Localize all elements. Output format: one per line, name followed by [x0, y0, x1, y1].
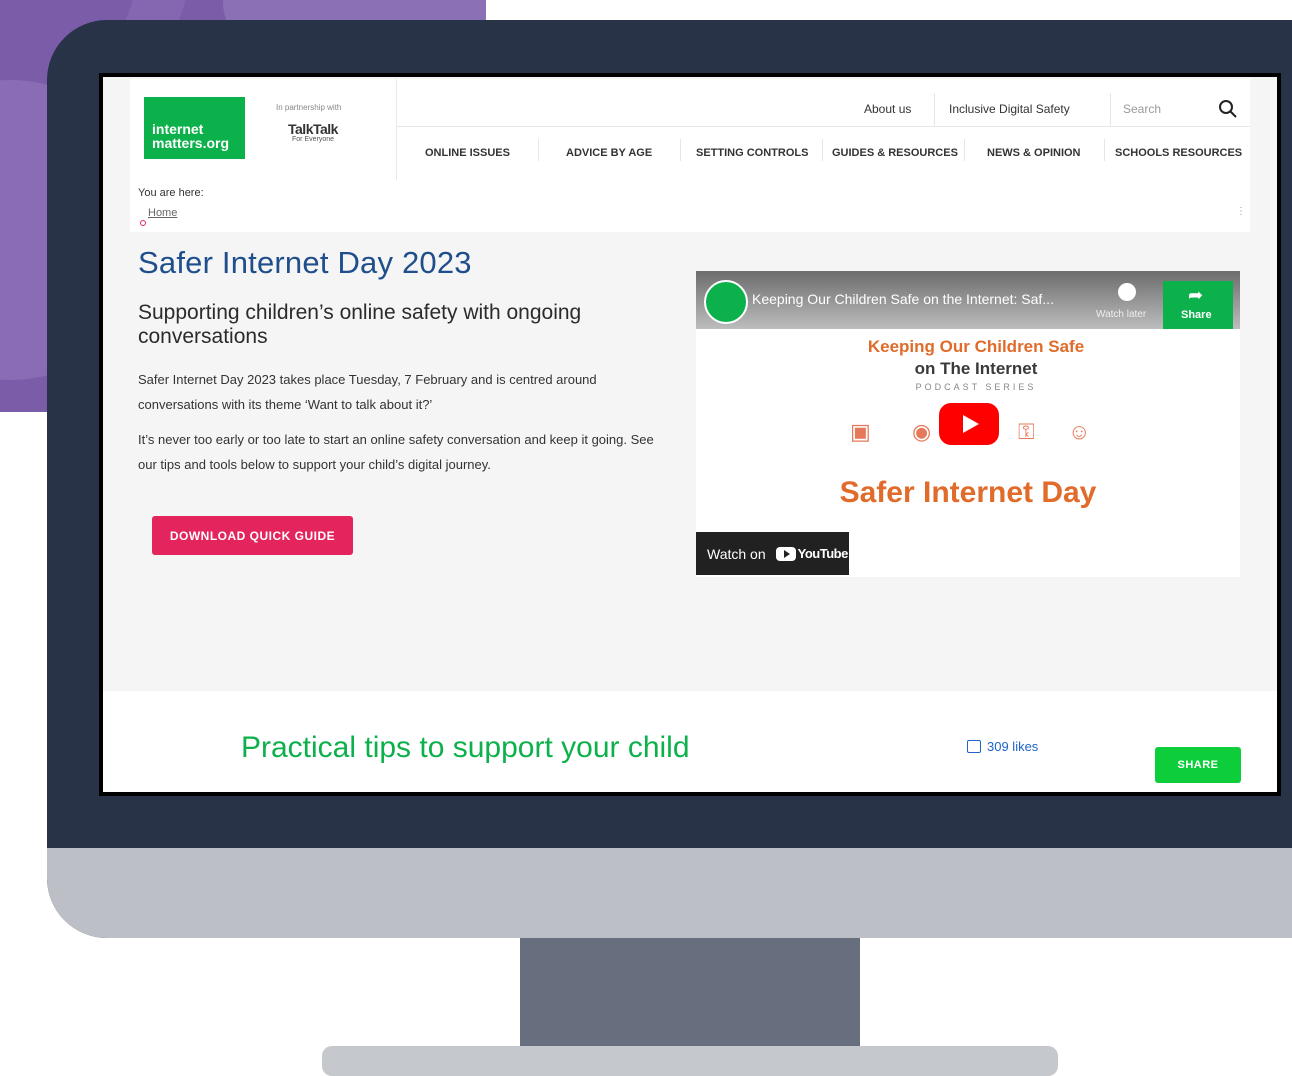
nav-news-opinion[interactable]: NEWS & OPINION: [987, 147, 1081, 159]
clock-icon[interactable]: [1118, 283, 1136, 301]
likes-counter[interactable]: 309 likes: [967, 739, 1038, 754]
partnership-label: In partnership with: [276, 103, 342, 112]
logo-line-1: internet: [152, 121, 204, 137]
youtube-video-embed[interactable]: Keeping Our Children Safe on the Interne…: [696, 271, 1240, 577]
monitor-screen: internet matters.org In partnership with…: [99, 73, 1281, 796]
separator: [680, 139, 681, 161]
likes-label: 309 likes: [987, 739, 1039, 754]
search-icon[interactable]: [1218, 99, 1238, 119]
nav-online-issues[interactable]: ONLINE ISSUES: [425, 147, 510, 159]
youtube-wordmark: YouTube: [797, 546, 849, 561]
video-share-button[interactable]: ➦ Share: [1163, 281, 1233, 329]
header-divider: [396, 79, 397, 180]
video-heading-line-1: Keeping Our Children Safe: [867, 337, 1085, 356]
channel-avatar[interactable]: [704, 280, 748, 324]
monitor-base: [322, 1046, 1058, 1076]
video-banner: Safer Internet Day: [839, 476, 1097, 509]
key-icon: ⚿: [1018, 419, 1035, 444]
video-title[interactable]: Keeping Our Children Safe on the Interne…: [752, 291, 1092, 307]
video-heading-line-2: on The Internet: [914, 359, 1038, 378]
nav-schools-resources[interactable]: SCHOOLS RESOURCES: [1115, 147, 1242, 159]
inclusive-digital-safety-link[interactable]: Inclusive Digital Safety: [949, 102, 1070, 116]
about-us-link[interactable]: About us: [864, 102, 911, 116]
search-input[interactable]: Search: [1123, 102, 1161, 116]
intro-paragraph: Safer Internet Day 2023 takes place Tues…: [138, 372, 597, 412]
partner-tagline: For Everyone: [292, 136, 335, 143]
tips-section: Practical tips to support your child 309…: [103, 691, 1277, 792]
monitor-chin: [47, 848, 1292, 938]
more-icon: ⋮: [1236, 206, 1246, 217]
separator: [934, 93, 935, 127]
youtube-icon: [775, 546, 796, 561]
eye-icon: ◉: [912, 419, 932, 444]
share-arrow-icon: ➦: [1188, 285, 1204, 305]
logo-line-2: matters.org: [152, 135, 230, 151]
watch-later-label[interactable]: Watch later: [1096, 309, 1146, 320]
monitor-stand: [520, 938, 860, 1048]
separator: [538, 139, 539, 161]
spy-icon: ☺: [1068, 419, 1091, 444]
nav-advice-by-age[interactable]: ADVICE BY AGE: [566, 147, 652, 159]
tips-heading: Practical tips to support your child: [241, 731, 690, 764]
separator: [1110, 93, 1111, 127]
watch-on-label: Watch on: [707, 545, 766, 562]
tips-paragraph: It’s never too early or too late to star…: [138, 432, 654, 472]
nav-divider: [396, 126, 1250, 127]
breadcrumb-label: You are here:: [138, 187, 204, 199]
download-quick-guide-button[interactable]: DOWNLOAD QUICK GUIDE: [152, 516, 353, 555]
breadcrumb: You are here: Home ⋮: [130, 180, 1250, 232]
page-title: Safer Internet Day 2023: [138, 245, 472, 280]
separator: [822, 139, 823, 161]
site-logo[interactable]: internet matters.org: [144, 97, 245, 159]
watch-on-youtube-button[interactable]: Watch on YouTube: [696, 532, 849, 575]
separator: [964, 139, 965, 161]
podcast-series-label: PODCAST SERIES: [915, 382, 1037, 392]
breadcrumb-home-link[interactable]: Home: [148, 207, 177, 219]
nav-guides-resources[interactable]: GUIDES & RESOURCES: [832, 147, 958, 159]
webpage: internet matters.org In partnership with…: [103, 77, 1277, 792]
breadcrumb-dot-icon: [140, 220, 146, 226]
video-share-label: Share: [1181, 309, 1212, 321]
share-button[interactable]: SHARE: [1155, 747, 1241, 783]
lock-icon: ▣: [850, 419, 871, 444]
page-subtitle: Supporting children’s online safety with…: [138, 301, 582, 348]
play-icon[interactable]: [939, 403, 999, 445]
site-header: internet matters.org In partnership with…: [130, 79, 1250, 180]
partner-logo[interactable]: TalkTalk: [288, 121, 338, 137]
thumbs-up-icon: [967, 740, 981, 753]
separator: [1104, 139, 1105, 161]
nav-setting-controls[interactable]: SETTING CONTROLS: [696, 147, 808, 159]
